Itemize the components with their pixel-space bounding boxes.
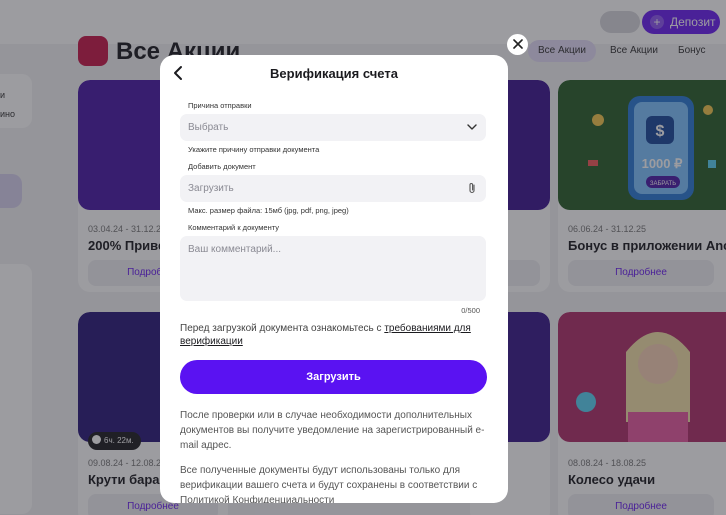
info-notification-text: После проверки или в случае необходимост…	[180, 410, 485, 451]
document-hint: Макс. размер файла: 15мб (jpg, pdf, png,…	[188, 206, 349, 215]
comment-char-counter: 0/500	[461, 306, 480, 315]
reason-select[interactable]: Выбрать	[180, 114, 486, 141]
close-icon	[512, 39, 523, 49]
modal-title: Верификация счета	[270, 66, 398, 81]
upload-submit-button[interactable]: Загрузить	[180, 360, 487, 394]
document-upload-field[interactable]: Загрузить	[180, 175, 486, 202]
reason-placeholder: Выбрать	[188, 122, 229, 133]
comment-label: Комментарий к документу	[188, 223, 280, 232]
paperclip-icon[interactable]	[466, 182, 478, 194]
verification-terms: Перед загрузкой документа ознакомьтесь с…	[180, 322, 488, 348]
document-label: Добавить документ	[188, 162, 256, 171]
reason-label: Причина отправки	[188, 101, 252, 110]
comment-placeholder: Ваш комментарий...	[188, 244, 282, 255]
comment-textarea[interactable]: Ваш комментарий...	[180, 236, 486, 301]
document-placeholder: Загрузить	[188, 183, 234, 194]
verification-modal: Верификация счета Причина отправки Выбра…	[160, 55, 508, 503]
chevron-down-icon	[467, 124, 477, 130]
info-privacy-text: Все полученные документы будут использов…	[180, 465, 478, 503]
close-modal-button[interactable]	[507, 34, 528, 55]
terms-text: Перед загрузкой документа ознакомьтесь с	[180, 323, 385, 334]
reason-hint: Укажите причину отправки документа	[188, 145, 320, 154]
